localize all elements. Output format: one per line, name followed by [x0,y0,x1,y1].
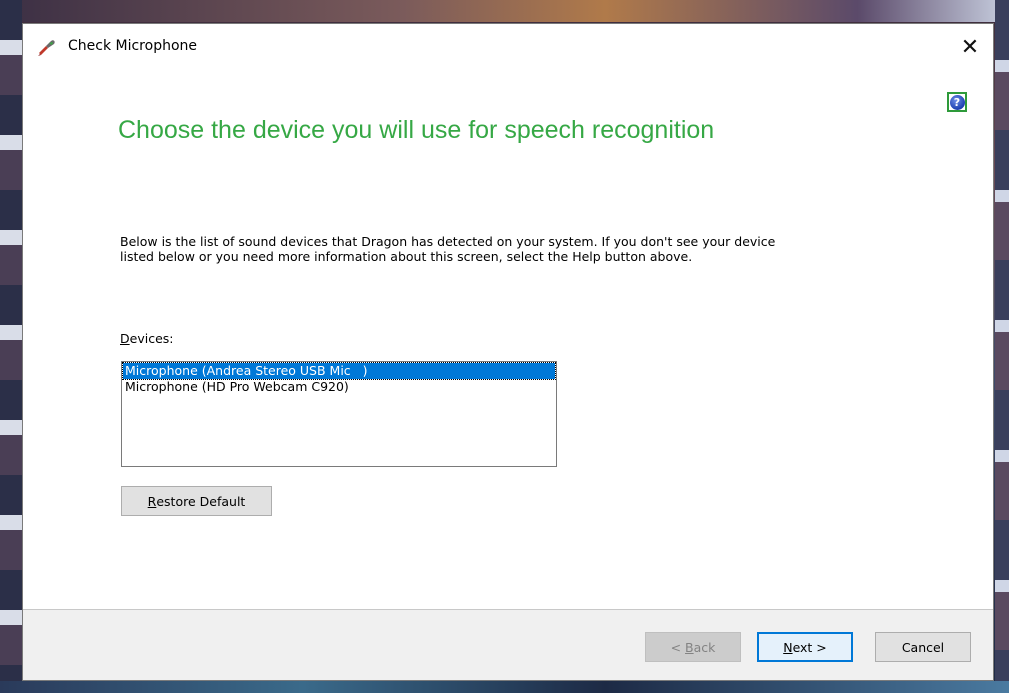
check-microphone-dialog: Check Microphone ✕ ? Choose the device y… [22,23,994,681]
devices-label-text: evices: [129,331,174,346]
page-heading: Choose the device you will use for speec… [118,116,715,144]
restore-default-label: estore Default [156,493,246,509]
window-title: Check Microphone [68,38,198,54]
close-button[interactable]: ✕ [947,24,993,70]
desktop-background-top [0,0,1009,22]
desktop-background-left [0,0,22,693]
next-button[interactable]: Next > [757,632,853,662]
title-bar[interactable]: Check Microphone ✕ [23,24,993,70]
back-button[interactable]: < Back [645,632,741,662]
help-button[interactable]: ? [947,92,967,112]
cancel-button[interactable]: Cancel [875,632,971,662]
restore-default-button[interactable]: Restore Default [121,486,272,516]
close-icon: ✕ [960,34,980,60]
restore-default-accelerator: R [147,493,157,509]
device-item-hd-pro-webcam-c920[interactable]: Microphone (HD Pro Webcam C920) [123,379,555,395]
devices-listbox[interactable]: Microphone (Andrea Stereo USB Mic ) Micr… [121,361,557,467]
dialog-footer: < Back Next > Cancel [23,609,993,680]
desktop-background-bottom [0,681,1009,693]
help-icon: ? [949,94,965,110]
back-button-accelerator: B [685,639,694,655]
desktop-background-right [995,0,1009,693]
back-button-label: ack [693,639,716,655]
next-button-label: ext > [792,639,827,655]
device-item-andrea-stereo-usb-mic[interactable]: Microphone (Andrea Stereo USB Mic ) [122,362,556,380]
devices-label-accelerator: D [120,331,130,346]
next-button-accelerator: N [783,639,793,655]
dragon-app-icon [37,39,57,57]
devices-label: Devices: [120,331,174,346]
back-button-prefix: < [670,639,686,655]
instructions-text: Below is the list of sound devices that … [120,234,776,264]
